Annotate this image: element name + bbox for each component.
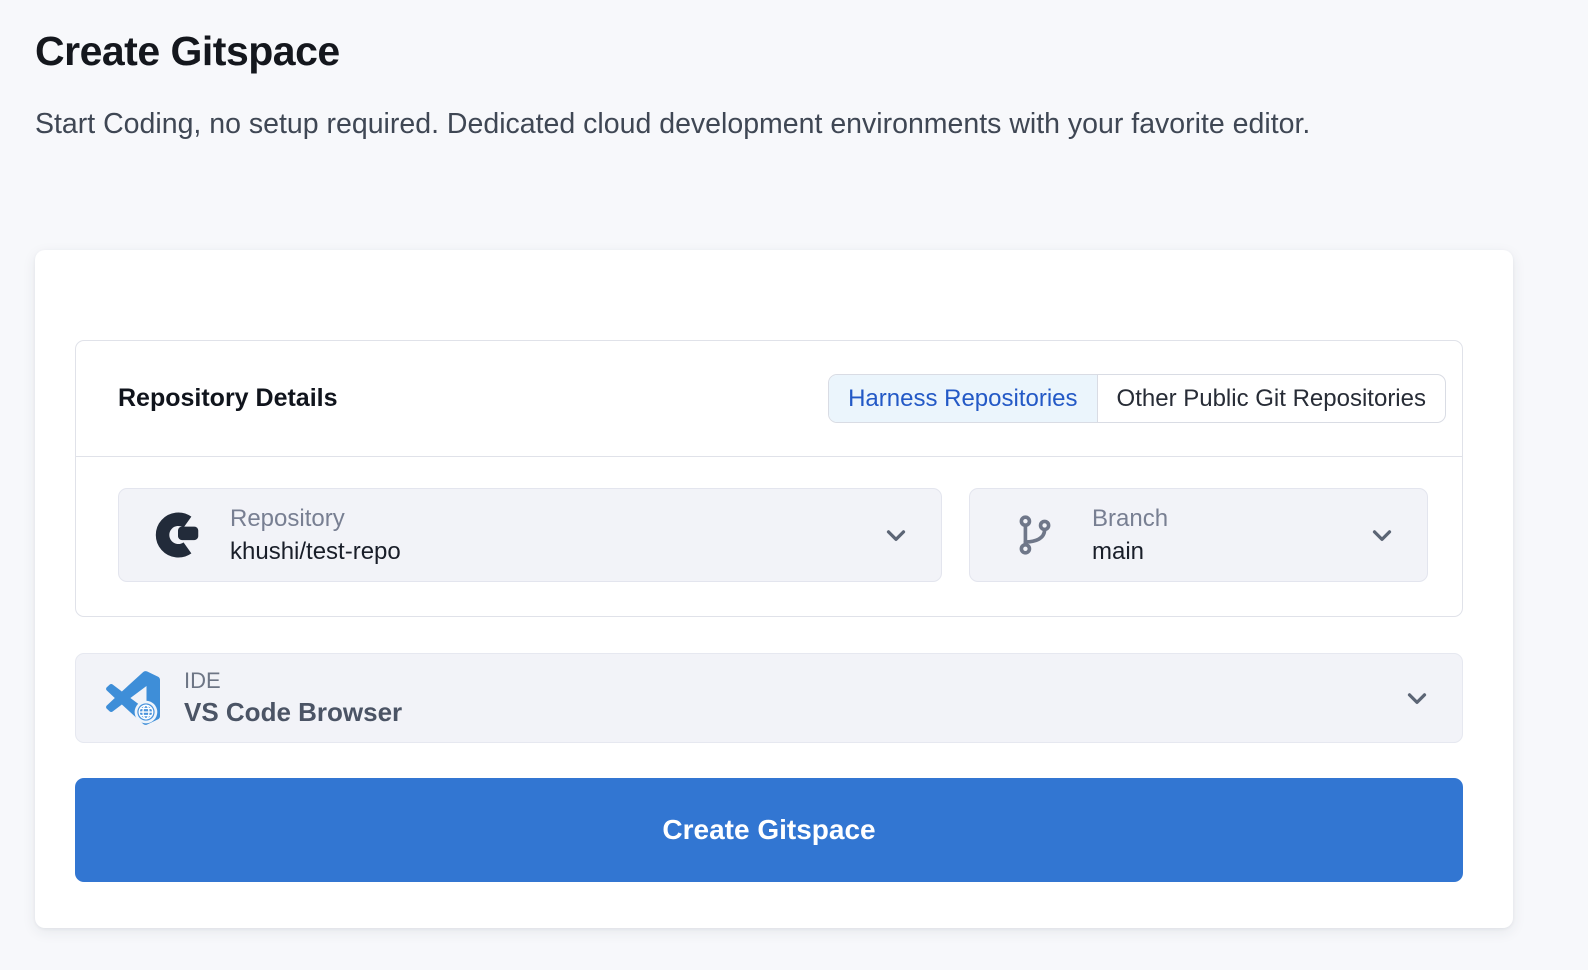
chevron-down-icon[interactable]: [1402, 683, 1432, 713]
chevron-down-icon[interactable]: [1367, 520, 1397, 550]
repository-source-toggle: Harness Repositories Other Public Git Re…: [828, 374, 1446, 423]
chevron-down-icon[interactable]: [881, 520, 911, 550]
ide-field-text: IDE VS Code Browser: [184, 668, 402, 728]
branch-select[interactable]: Branch main: [969, 488, 1428, 582]
branch-field-label: Branch: [1092, 505, 1168, 533]
ide-select[interactable]: IDE VS Code Browser: [75, 653, 1463, 743]
repository-details-header: Repository Details Harness Repositories …: [76, 341, 1462, 457]
branch-field-text: Branch main: [1092, 505, 1168, 566]
repository-field-label: Repository: [230, 505, 401, 533]
repository-details-heading: Repository Details: [118, 384, 338, 413]
harness-code-icon: [151, 508, 205, 562]
ide-field-label: IDE: [184, 668, 402, 694]
tab-other-public-git-repositories[interactable]: Other Public Git Repositories: [1098, 375, 1445, 422]
repository-details-panel: Repository Details Harness Repositories …: [75, 340, 1463, 617]
create-gitspace-button[interactable]: Create Gitspace: [75, 778, 1463, 882]
repository-field-value: khushi/test-repo: [230, 538, 401, 566]
git-branch-icon: [1012, 512, 1058, 558]
ide-field-value: VS Code Browser: [184, 697, 402, 728]
vscode-browser-icon: [106, 671, 160, 725]
create-gitspace-card: Repository Details Harness Repositories …: [35, 250, 1513, 928]
page-subtitle: Start Coding, no setup required. Dedicat…: [35, 102, 1310, 148]
branch-field-value: main: [1092, 538, 1168, 566]
repository-fields-row: Repository khushi/test-repo: [76, 457, 1462, 582]
repository-select[interactable]: Repository khushi/test-repo: [118, 488, 942, 582]
page-title: Create Gitspace: [35, 28, 340, 75]
repository-field-text: Repository khushi/test-repo: [230, 505, 401, 566]
tab-harness-repositories[interactable]: Harness Repositories: [829, 375, 1097, 422]
